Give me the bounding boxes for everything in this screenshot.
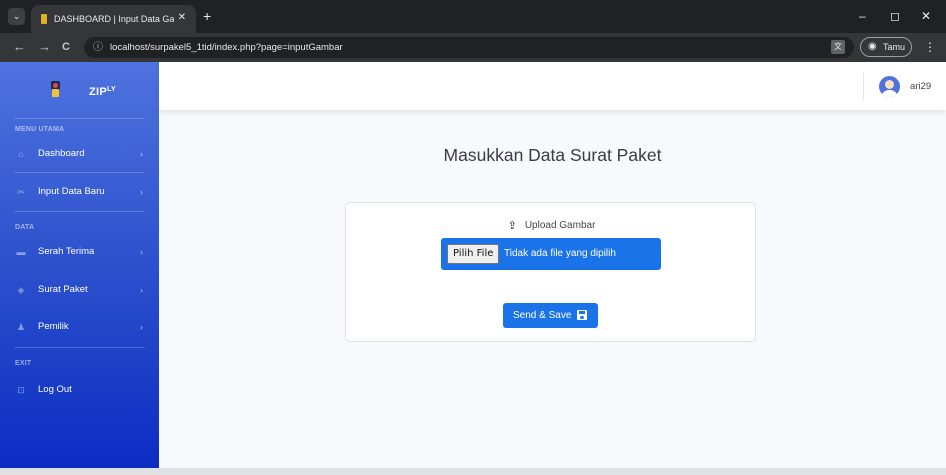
- sidebar-item-dashboard[interactable]: ⌂ Dashboard ›: [0, 140, 159, 168]
- tab-title: DASHBOARD | Input Data Gamb: [54, 14, 174, 24]
- tools-icon: ✂: [17, 187, 25, 197]
- upload-icon: ⇪: [507, 220, 517, 232]
- sidebar-item-label: Serah Terima: [38, 246, 95, 257]
- favicon-icon: [41, 14, 47, 24]
- username[interactable]: ari29: [910, 80, 931, 93]
- kebab-menu-icon[interactable]: ⋮: [924, 40, 936, 54]
- profile-label: Tamu: [883, 42, 906, 52]
- chevron-right-icon: ›: [140, 247, 143, 257]
- translate-icon[interactable]: 文: [831, 40, 845, 54]
- window-close-icon[interactable]: ✕: [921, 8, 931, 24]
- save-icon: [577, 310, 587, 320]
- sidebar-divider: [14, 347, 145, 348]
- sidebar-divider: [14, 211, 145, 212]
- file-input[interactable]: Pilih File Tidak ada file yang dipilih: [441, 238, 661, 270]
- sidebar-item-pemilik[interactable]: ♟ Pemilik ›: [0, 313, 159, 341]
- send-save-label: Send & Save: [513, 310, 572, 321]
- chevron-right-icon: ›: [140, 149, 143, 159]
- tab-close-icon[interactable]: ✕: [178, 11, 186, 25]
- chevron-right-icon: ›: [140, 187, 143, 197]
- topbar-divider: [863, 72, 864, 100]
- brand-name: ZIPLY: [89, 86, 116, 98]
- profile-icon: ◉: [868, 41, 877, 52]
- profile-button[interactable]: ◉ Tamu: [860, 37, 912, 57]
- topbar: ari29: [159, 62, 946, 110]
- tab-search-icon[interactable]: ⌄: [8, 8, 25, 25]
- sidebar-item-log-out[interactable]: ⊡ Log Out: [0, 376, 159, 404]
- page-title: Masukkan Data Surat Paket: [443, 145, 662, 165]
- home-icon: ⌂: [18, 149, 24, 159]
- sidebar-item-input-data-baru[interactable]: ✂ Input Data Baru ›: [0, 178, 159, 206]
- sidebar: ZIPLY MENU UTAMA ⌂ Dashboard › ✂ Input D…: [0, 62, 159, 470]
- chevron-right-icon: ›: [140, 285, 143, 295]
- upload-card: ⇪ Upload Gambar Pilih File Tidak ada file…: [345, 202, 756, 342]
- sidebar-divider: [14, 172, 145, 173]
- url-text: localhost/surpakel5_1tid/index.php?page=…: [110, 42, 343, 53]
- chevron-right-icon: ›: [140, 322, 143, 332]
- browser-address-bar: ← → C ⓘ localhost/surpakel5_1tid/index.p…: [0, 33, 946, 62]
- file-status-text: Tidak ada file yang dipilih: [504, 248, 616, 259]
- upload-heading: ⇪ Upload Gambar: [346, 219, 757, 233]
- back-icon[interactable]: ←: [13, 39, 26, 55]
- cube-icon: ◈: [17, 285, 25, 295]
- reload-icon[interactable]: C: [62, 39, 70, 55]
- sidebar-heading-main: MENU UTAMA: [15, 126, 65, 133]
- sidebar-item-label: Surat Paket: [38, 284, 88, 295]
- choose-file-button[interactable]: Pilih File: [447, 244, 500, 264]
- user-icon: ♟: [16, 322, 26, 332]
- browser-tab-bar: ⌄ DASHBOARD | Input Data Gamb ✕ + – ◻ ✕: [0, 0, 946, 33]
- unlock-icon: ⊡: [17, 385, 25, 395]
- sidebar-item-label: Pemilik: [38, 321, 69, 332]
- sidebar-item-surat-paket[interactable]: ◈ Surat Paket ›: [0, 276, 159, 304]
- url-input[interactable]: ⓘ localhost/surpakel5_1tid/index.php?pag…: [84, 37, 854, 58]
- sidebar-heading-data: DATA: [15, 224, 35, 231]
- sidebar-item-label: Log Out: [38, 384, 72, 395]
- window-bottom-edge: [0, 468, 946, 475]
- sidebar-item-serah-terima[interactable]: ▬ Serah Terima ›: [0, 238, 159, 266]
- restore-icon[interactable]: ◻: [890, 8, 900, 24]
- browser-tab[interactable]: DASHBOARD | Input Data Gamb ✕: [31, 5, 196, 33]
- brand[interactable]: ZIPLY: [0, 62, 159, 118]
- brand-logo-icon: [51, 81, 60, 97]
- sidebar-heading-exit: EXIT: [15, 360, 32, 367]
- forward-icon[interactable]: →: [38, 39, 51, 55]
- upload-label: Upload Gambar: [524, 220, 596, 231]
- minimize-icon[interactable]: –: [859, 8, 866, 24]
- send-save-button[interactable]: Send & Save: [503, 303, 598, 328]
- sidebar-divider: [14, 118, 145, 119]
- sidebar-item-label: Dashboard: [38, 148, 85, 159]
- briefcase-icon: ▬: [16, 247, 26, 257]
- site-info-icon[interactable]: ⓘ: [93, 40, 103, 55]
- sidebar-item-label: Input Data Baru: [38, 186, 105, 197]
- avatar[interactable]: [879, 76, 900, 97]
- new-tab-button[interactable]: +: [203, 8, 211, 24]
